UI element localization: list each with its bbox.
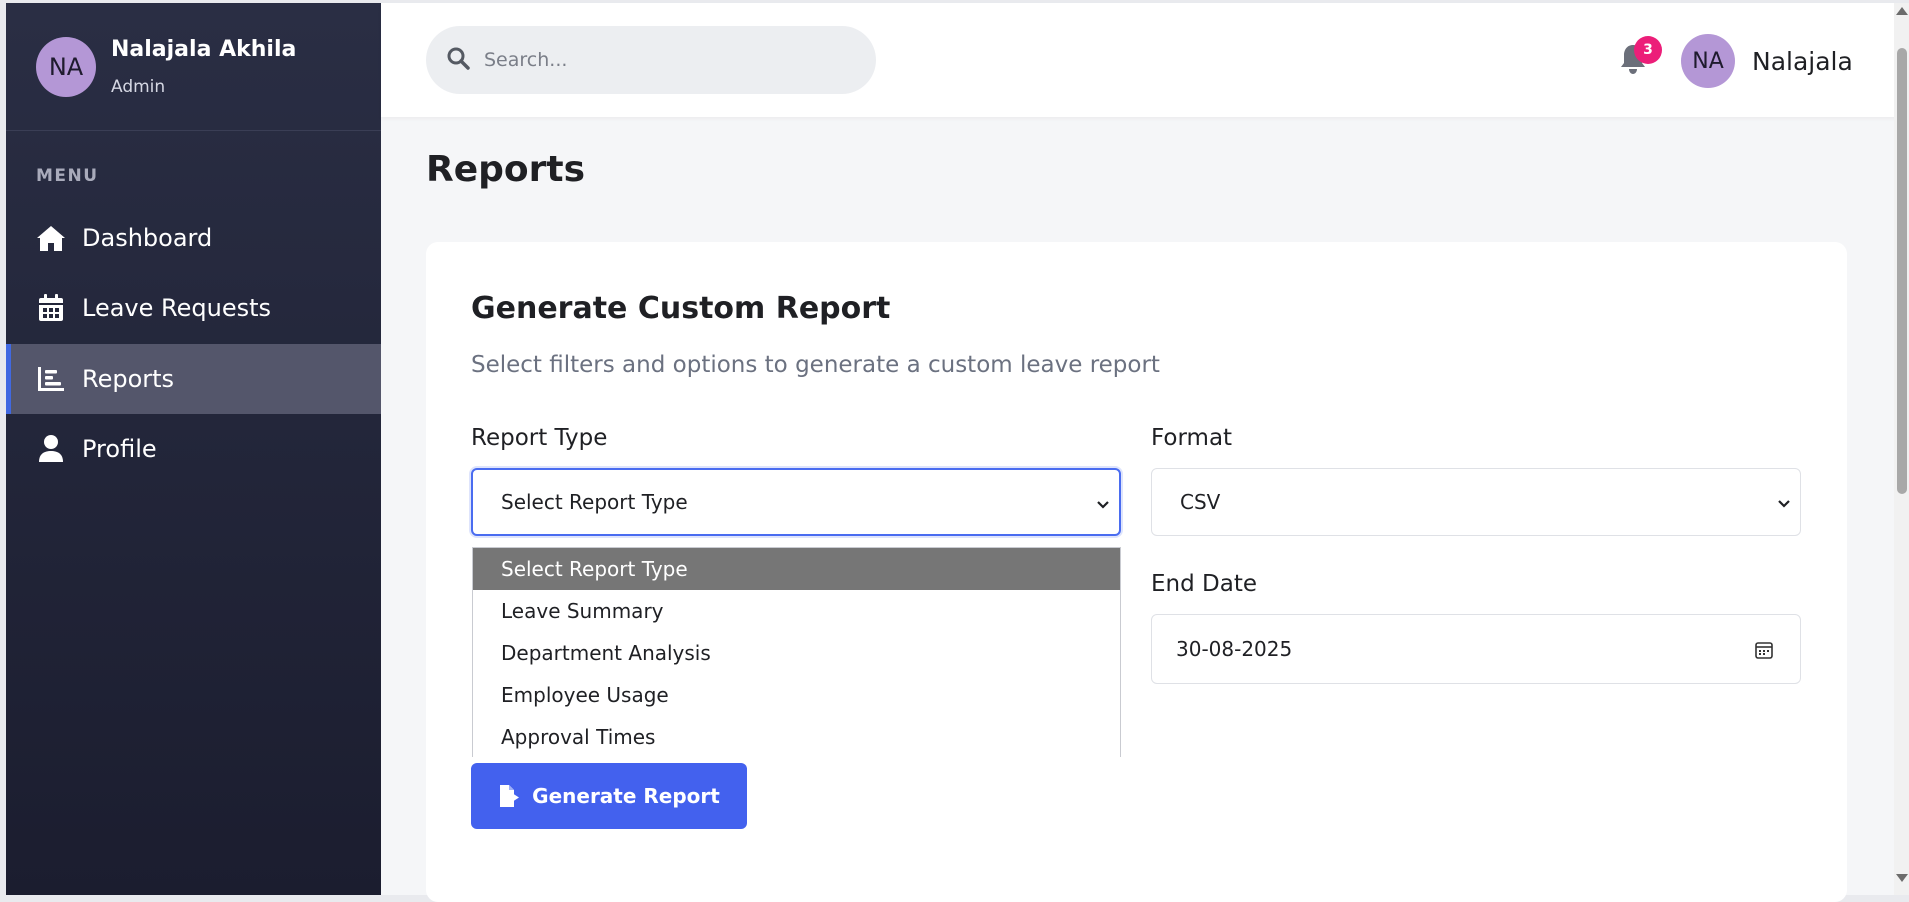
- report-card: Generate Custom Report Select filters an…: [426, 242, 1847, 902]
- report-type-label: Report Type: [471, 425, 608, 451]
- sidebar-item-label: Leave Requests: [82, 294, 272, 322]
- user-icon: [36, 434, 66, 464]
- report-type-dropdown: Select Report Type Leave Summary Departm…: [472, 547, 1121, 757]
- search-icon: [446, 46, 470, 74]
- dropdown-option[interactable]: Employee Usage: [473, 674, 1120, 716]
- generate-report-button[interactable]: Generate Report: [471, 763, 747, 829]
- dropdown-option[interactable]: Leave Summary: [473, 590, 1120, 632]
- scroll-down-arrow-icon[interactable]: [1896, 874, 1908, 882]
- search-input[interactable]: [484, 49, 844, 71]
- sidebar-item-label: Profile: [82, 435, 157, 463]
- format-value: CSV: [1180, 490, 1221, 514]
- avatar[interactable]: NA: [1681, 34, 1735, 88]
- calendar-icon: [36, 293, 66, 323]
- sidebar-item-reports[interactable]: Reports: [6, 344, 381, 414]
- avatar[interactable]: NA: [36, 37, 96, 97]
- sidebar-user-role: Admin: [111, 77, 166, 97]
- dropdown-option[interactable]: Approval Times: [473, 716, 1120, 757]
- end-date-label: End Date: [1151, 571, 1257, 597]
- end-date-value: 30-08-2025: [1176, 637, 1293, 661]
- sidebar-user-name: Nalajala Akhila: [111, 37, 297, 62]
- chart-icon: [36, 364, 66, 394]
- sidebar-item-leave-requests[interactable]: Leave Requests: [6, 273, 381, 343]
- format-label: Format: [1151, 425, 1233, 451]
- dropdown-option[interactable]: Select Report Type: [473, 548, 1120, 590]
- app-window: NA Nalajala Akhila Admin MENU Dashboard: [6, 3, 1909, 902]
- search-box[interactable]: [426, 26, 876, 94]
- sidebar-item-dashboard[interactable]: Dashboard: [6, 203, 381, 273]
- format-select[interactable]: CSV: [1151, 468, 1801, 536]
- menu-label: MENU: [36, 166, 99, 186]
- scroll-up-arrow-icon[interactable]: [1896, 7, 1908, 15]
- topbar-user-name[interactable]: Nalajala: [1752, 47, 1853, 76]
- end-date-field[interactable]: 30-08-2025: [1151, 614, 1801, 684]
- sidebar-user-panel: NA Nalajala Akhila Admin: [6, 3, 381, 131]
- file-export-icon: [498, 784, 520, 808]
- card-subtitle: Select filters and options to generate a…: [471, 352, 1160, 378]
- scroll-thumb[interactable]: [1897, 48, 1907, 494]
- dropdown-option[interactable]: Department Analysis: [473, 632, 1120, 674]
- chevron-down-icon: [1776, 493, 1792, 509]
- report-type-select[interactable]: Select Report Type: [471, 468, 1121, 536]
- chevron-down-icon: [1095, 494, 1111, 510]
- notification-badge: 3: [1634, 36, 1662, 64]
- home-icon: [36, 223, 66, 253]
- sidebar-item-label: Dashboard: [82, 224, 213, 252]
- generate-report-label: Generate Report: [532, 784, 720, 808]
- page-scrollbar[interactable]: [1894, 3, 1909, 895]
- topbar: 3 NA Nalajala: [381, 3, 1909, 117]
- report-type-value: Select Report Type: [501, 490, 688, 514]
- calendar-picker-icon[interactable]: [1754, 640, 1774, 660]
- sidebar: NA Nalajala Akhila Admin MENU Dashboard: [6, 3, 381, 895]
- page-title: Reports: [426, 149, 586, 190]
- sidebar-item-profile[interactable]: Profile: [6, 414, 381, 484]
- sidebar-item-label: Reports: [82, 365, 175, 393]
- card-title: Generate Custom Report: [471, 291, 891, 326]
